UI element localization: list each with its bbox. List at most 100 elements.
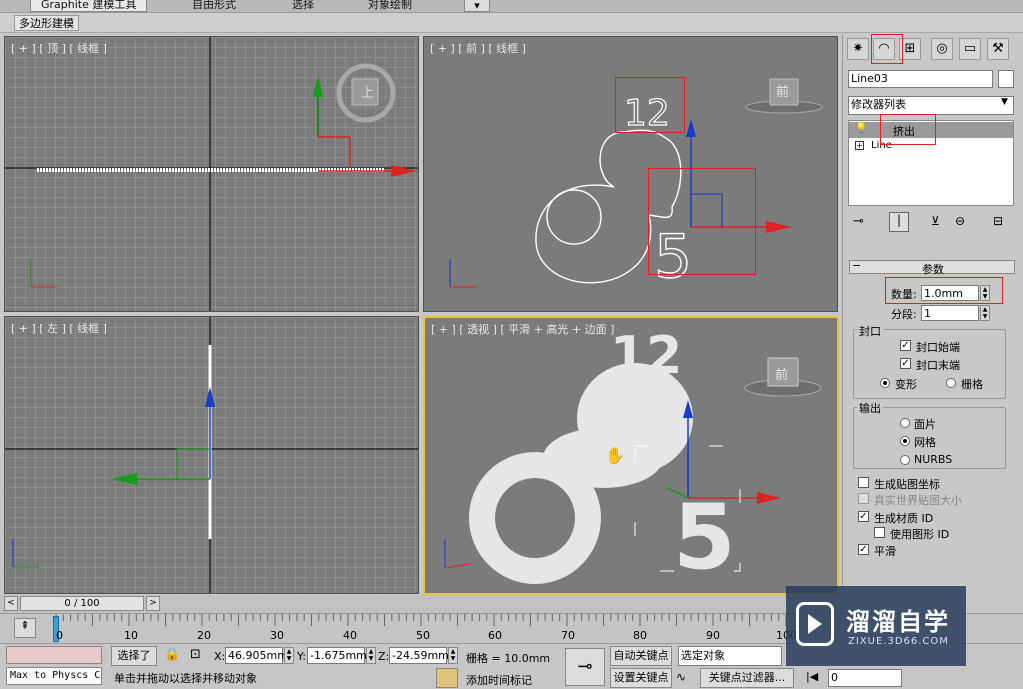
grid-radio[interactable] (946, 378, 956, 388)
x-coord-field[interactable]: 46.905mm (225, 647, 288, 664)
use-shape-id-label: 使用图形 ID (890, 528, 950, 541)
morph-radio[interactable] (880, 378, 890, 388)
remove-modifier-icon[interactable]: ⊖ (955, 214, 965, 228)
tab-selection[interactable]: 选择 (292, 0, 314, 12)
z-spinner[interactable]: ▲ ▼ (448, 647, 458, 664)
tab-graphite[interactable]: Graphite 建模工具 (30, 0, 148, 12)
tick-label: 50 (416, 629, 430, 642)
show-end-result-icon[interactable]: | (889, 212, 909, 232)
highlight-extrude (880, 114, 936, 145)
morph-label: 变形 (895, 378, 917, 391)
segments-spinner[interactable]: ▲ ▼ (980, 305, 990, 321)
tab-freeform[interactable]: 自由形式 (192, 0, 236, 12)
mesh-radio[interactable] (900, 436, 910, 446)
display-tab-icon[interactable]: ▭ (959, 38, 981, 60)
y-coord-field[interactable]: -1.675mm (307, 647, 367, 664)
command-panel: ✷ ◠ ⊞ ◎ ▭ ⚒ Line03 修改器列表 ▼ 💡 挤出 + Line ⊸… (842, 34, 1023, 594)
grid-size-label: 栅格 = 10.0mm (466, 652, 551, 665)
cap-end-checkbox[interactable]: ✓ (900, 358, 911, 369)
gen-map-coords-label: 生成贴图坐标 (874, 478, 940, 491)
expand-icon[interactable]: + (855, 141, 864, 150)
tab-object-paint[interactable]: 对象绘制 (368, 0, 412, 12)
gen-material-id-checkbox[interactable]: ✓ (858, 511, 869, 522)
prev-frame-button[interactable]: < (4, 596, 18, 611)
viewport-perspective[interactable]: 12 5 前 ✋ [ + ] [ 透视 ] [ 平滑 + 高光 + 边面 ] (423, 316, 839, 595)
motion-tab-icon[interactable]: ◎ (931, 38, 953, 60)
next-frame-button[interactable]: > (146, 596, 160, 611)
curve-editor-icon[interactable]: ⇞ (14, 618, 36, 638)
z-label: Z: (378, 650, 390, 663)
grid-label: 栅格 (961, 378, 983, 391)
view-cube-label[interactable]: 前 (776, 81, 789, 100)
create-tab-icon[interactable]: ✷ (847, 38, 869, 60)
ribbon-dropdown-button[interactable]: ▾ (464, 0, 490, 12)
modifier-list-dropdown[interactable]: 修改器列表 (848, 96, 1014, 115)
gen-material-id-label: 生成材质 ID (874, 512, 934, 525)
patch-radio[interactable] (900, 418, 910, 428)
maxscript-listener-pink[interactable] (6, 646, 102, 664)
set-key-button[interactable]: 设置关键点 (610, 668, 672, 688)
nurbs-radio[interactable] (900, 455, 910, 465)
tick-label: 80 (633, 629, 647, 642)
pin-stack-icon[interactable]: ⊸ (853, 214, 864, 229)
highlight-amount (885, 277, 1003, 304)
view-cube-label[interactable]: 上 (361, 82, 374, 101)
poly-modeling-label[interactable]: 多边形建模 (14, 15, 79, 31)
time-tag-icon[interactable] (436, 668, 458, 688)
use-shape-id-checkbox[interactable] (874, 527, 885, 538)
selection-count-label: 选择了 (111, 646, 157, 666)
absolute-mode-icon[interactable]: ⊡ (190, 647, 201, 662)
viewport-top[interactable]: 上 [ + ] [ 顶 ] [ 线框 ] (4, 36, 419, 312)
tick-label: 20 (197, 629, 211, 642)
object-color-swatch[interactable] (998, 70, 1014, 88)
segments-field[interactable]: 1 (921, 305, 979, 321)
output-title: 输出 (857, 400, 883, 416)
viewport-label[interactable]: [ + ] [ 透视 ] [ 平滑 + 高光 + 边面 ] (431, 321, 614, 337)
y-spinner[interactable]: ▲ ▼ (366, 647, 376, 664)
object-name-field[interactable]: Line03 (848, 70, 993, 88)
lock-selection-icon[interactable]: 🔒 (164, 647, 180, 662)
chevron-down-icon: ▼ (1001, 97, 1008, 107)
y-label: Y: (297, 650, 306, 663)
add-time-tag-label[interactable]: 添加时间标记 (466, 672, 532, 688)
rollout-title: 参数 (922, 263, 944, 276)
viewport-label[interactable]: [ + ] [ 左 ] [ 线框 ] (11, 320, 107, 336)
svg-text:5: 5 (673, 485, 736, 590)
viewport-front[interactable]: 12 5 前 [ + ] [ 前 ] [ 线框 ] (423, 36, 838, 312)
auto-key-button[interactable]: 自动关键点 (610, 646, 672, 666)
key-filters-button[interactable]: 关键点过滤器... (700, 668, 794, 688)
smooth-label: 平滑 (874, 545, 896, 558)
patch-label: 面片 (914, 418, 936, 431)
maxscript-input[interactable]: Max to Physcs C (6, 667, 102, 685)
z-coord-field[interactable]: -24.59mm (389, 647, 449, 664)
x-spinner[interactable]: ▲ ▼ (284, 647, 294, 664)
nurbs-label: NURBS (914, 453, 953, 466)
key-curve-icon[interactable]: ∿ (676, 670, 686, 684)
x-label: X: (214, 650, 226, 663)
viewport-label[interactable]: [ + ] [ 前 ] [ 线框 ] (430, 40, 526, 56)
key-mode-dropdown[interactable]: 选定对象 (678, 646, 782, 666)
set-key-icon[interactable]: ⊸ (565, 648, 605, 686)
parameters-rollout-header[interactable]: − 参数 (849, 259, 1015, 276)
utilities-tab-icon[interactable]: ⚒ (987, 38, 1009, 60)
current-frame-field[interactable]: 0 (828, 669, 902, 687)
prompt-line: 单击并拖动以选择并移动对象 (114, 672, 257, 685)
smooth-checkbox[interactable]: ✓ (858, 544, 869, 555)
highlight-modify-tab (871, 34, 903, 64)
make-unique-icon[interactable]: ⊻ (931, 214, 940, 228)
play-triangle-icon (808, 614, 822, 634)
tick-label: 70 (561, 629, 575, 642)
view-cube-label[interactable]: 前 (775, 364, 788, 383)
viewport-label[interactable]: [ + ] [ 顶 ] [ 线框 ] (11, 40, 107, 56)
configure-sets-icon[interactable]: ⊟ (993, 214, 1003, 228)
goto-start-icon[interactable]: |◀ (806, 670, 818, 683)
tick-label: 90 (706, 629, 720, 642)
real-world-map-checkbox[interactable] (858, 493, 869, 504)
watermark-title: 溜溜自学 (846, 608, 950, 636)
viewport-left[interactable]: [ + ] [ 左 ] [ 线框 ] (4, 316, 419, 594)
time-slider-thumb[interactable]: 0 / 100 (20, 596, 144, 611)
gen-map-coords-checkbox[interactable] (858, 477, 869, 488)
bulb-icon[interactable]: 💡 (855, 123, 867, 134)
time-slider: < 0 / 100 > (0, 595, 842, 613)
cap-start-checkbox[interactable]: ✓ (900, 340, 911, 351)
